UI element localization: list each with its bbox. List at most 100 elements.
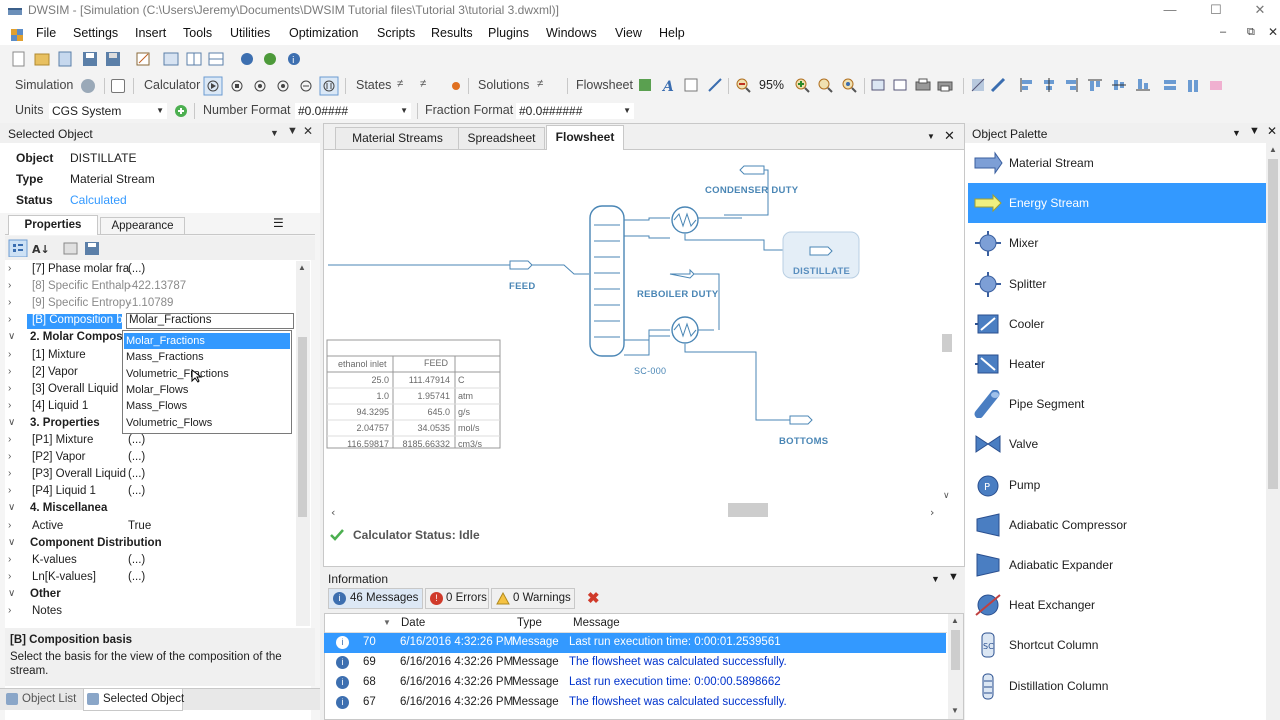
- solutions-icon[interactable]: ≠: [537, 78, 543, 90]
- property-row[interactable]: › Notes: [8, 604, 308, 621]
- expand-icon[interactable]: ›: [8, 605, 11, 616]
- warnings-filter-button[interactable]: 0 Warnings: [491, 588, 575, 609]
- expand-icon[interactable]: ›: [8, 349, 11, 360]
- save-state-icon[interactable]: ≠: [397, 78, 403, 90]
- palette-item[interactable]: Pipe Segment: [968, 384, 1266, 424]
- property-category[interactable]: ∨ Component Distribution: [8, 536, 308, 553]
- collapse-icon[interactable]: ∨: [8, 502, 15, 513]
- menu-help[interactable]: Help: [659, 26, 685, 40]
- menu-utilities[interactable]: Utilities: [230, 26, 270, 40]
- menu-results[interactable]: Results: [431, 26, 473, 40]
- panel-menu-icon[interactable]: ▼: [1232, 128, 1241, 138]
- log-row[interactable]: i 67 6/16/2016 4:32:26 PM Message The flowsh…: [324, 693, 946, 713]
- scroll-up-icon[interactable]: ▲: [1269, 145, 1277, 154]
- panel-menu-icon[interactable]: ▼: [270, 128, 279, 138]
- tab-list-icon[interactable]: ▼: [927, 132, 935, 141]
- palette-item[interactable]: SC Shortcut Column: [968, 625, 1266, 665]
- errors-filter-button[interactable]: ! 0 Errors: [425, 588, 489, 609]
- property-row[interactable]: ›[B] Composition bas∨Molar_Fractions: [8, 313, 308, 330]
- tab-appearance[interactable]: Appearance: [100, 217, 185, 235]
- log-row[interactable]: i 70 6/16/2016 4:32:26 PM Message Last run e…: [324, 633, 946, 653]
- dropdown-option[interactable]: Volumetric_Fractions: [124, 366, 290, 382]
- palette-item[interactable]: Heat Exchanger: [968, 585, 1266, 625]
- dropdown-option[interactable]: Mass_Flows: [124, 398, 290, 414]
- menu-tools[interactable]: Tools: [183, 26, 212, 40]
- expand-icon[interactable]: ›: [8, 314, 11, 325]
- add-unit-icon[interactable]: [174, 104, 188, 118]
- tab-object-list[interactable]: Object List: [4, 691, 80, 709]
- expand-icon[interactable]: ›: [8, 280, 11, 291]
- property-category[interactable]: ∨ Other: [8, 587, 308, 604]
- expand-icon[interactable]: ›: [8, 520, 11, 531]
- collapse-icon[interactable]: ∨: [8, 537, 15, 548]
- state-dot-icon[interactable]: [452, 82, 460, 90]
- col-type[interactable]: Type: [517, 617, 542, 629]
- property-row[interactable]: › [P1] Mixture (...): [8, 433, 308, 450]
- close-window-button[interactable]: ✕: [1240, 0, 1280, 22]
- tab-flowsheet[interactable]: Flowsheet: [546, 125, 624, 150]
- expand-icon[interactable]: ›: [8, 434, 11, 445]
- fraction-format-combo[interactable]: #0.0###### ▼: [515, 102, 635, 120]
- palette-item[interactable]: Heater: [968, 344, 1266, 384]
- expand-icon[interactable]: ›: [8, 451, 11, 462]
- expand-icon[interactable]: ›: [8, 297, 11, 308]
- tab-properties[interactable]: Properties: [8, 215, 98, 235]
- palette-scrollbar[interactable]: ▲: [1266, 143, 1280, 720]
- menu-scripts[interactable]: Scripts: [377, 26, 415, 40]
- palette-item[interactable]: Energy Stream: [968, 183, 1266, 223]
- palette-item[interactable]: Adiabatic Compressor: [968, 505, 1266, 545]
- palette-item[interactable]: Valve: [968, 424, 1266, 464]
- maximize-button[interactable]: ☐: [1196, 0, 1236, 22]
- expand-icon[interactable]: ›: [8, 554, 11, 565]
- composition-basis-dropdown[interactable]: Molar_Fractions Mass_Fractions Volumetric_…: [122, 330, 292, 434]
- menu-insert[interactable]: Insert: [135, 26, 166, 40]
- palette-item[interactable]: Splitter: [968, 264, 1266, 304]
- mdi-restore-button[interactable]: ⧉: [1247, 26, 1255, 39]
- scroll-down-icon[interactable]: ▼: [951, 706, 959, 715]
- property-row[interactable]: › [P3] Overall Liquid (...): [8, 467, 308, 484]
- close-icon[interactable]: ✕: [1267, 124, 1277, 138]
- pin-icon[interactable]: ▼: [948, 571, 959, 583]
- collapse-icon[interactable]: ∨: [8, 417, 15, 428]
- simulation-settings-icon[interactable]: [81, 79, 95, 93]
- dropdown-option[interactable]: Molar_Fractions: [124, 333, 290, 349]
- log-row[interactable]: i 68 6/16/2016 4:32:26 PM Message Last run e…: [324, 673, 946, 693]
- menu-file[interactable]: File: [36, 26, 56, 40]
- panel-menu-icon[interactable]: ▼: [931, 574, 940, 584]
- dropdown-option[interactable]: Molar_Flows: [124, 382, 290, 398]
- property-row[interactable]: › [7] Phase molar fra (...): [8, 262, 308, 279]
- col-date[interactable]: Date: [401, 617, 425, 629]
- menu-plugins[interactable]: Plugins: [488, 26, 529, 40]
- dropdown-option[interactable]: Mass_Fractions: [124, 349, 290, 365]
- expand-icon[interactable]: ›: [8, 366, 11, 377]
- clear-log-icon[interactable]: ✖: [587, 589, 600, 607]
- messages-filter-button[interactable]: i 46 Messages: [328, 588, 423, 609]
- pin-icon[interactable]: ▼: [287, 125, 298, 137]
- expand-icon[interactable]: ›: [8, 400, 11, 411]
- pin-icon[interactable]: ▼: [1249, 125, 1260, 137]
- tab-material-streams[interactable]: Material Streams: [335, 127, 460, 149]
- collapse-icon[interactable]: ∨: [8, 331, 15, 342]
- expand-icon[interactable]: ›: [8, 263, 11, 274]
- dropdown-option[interactable]: Volumetric_Flows: [124, 415, 290, 431]
- menu-view[interactable]: View: [615, 26, 642, 40]
- property-row[interactable]: › K-values (...): [8, 553, 308, 570]
- zoom-fit-icon[interactable]: [818, 78, 834, 94]
- load-state-icon[interactable]: ≠: [420, 78, 426, 90]
- units-combo[interactable]: CGS System ▼: [48, 102, 168, 120]
- palette-item[interactable]: Adiabatic Expander: [968, 545, 1266, 585]
- menu-optimization[interactable]: Optimization: [289, 26, 358, 40]
- scrollbar-thumb[interactable]: [951, 630, 960, 670]
- zoom-default-icon[interactable]: [842, 78, 858, 94]
- flowsheet-canvas[interactable]: ∨ ‹ ›: [324, 150, 954, 520]
- zoom-in-icon[interactable]: [795, 78, 811, 94]
- palette-item[interactable]: Distillation Column: [968, 666, 1266, 706]
- palette-item[interactable]: Cooler: [968, 304, 1266, 344]
- expand-icon[interactable]: ›: [8, 468, 11, 479]
- tab-spreadsheet[interactable]: Spreadsheet: [458, 127, 545, 149]
- property-row[interactable]: › [P4] Liquid 1 (...): [8, 484, 308, 501]
- collapse-icon[interactable]: ∨: [8, 588, 15, 599]
- results-icon[interactable]: [111, 79, 125, 93]
- property-row[interactable]: › [P2] Vapor (...): [8, 450, 308, 467]
- property-row[interactable]: › Ln[K-values] (...): [8, 570, 308, 587]
